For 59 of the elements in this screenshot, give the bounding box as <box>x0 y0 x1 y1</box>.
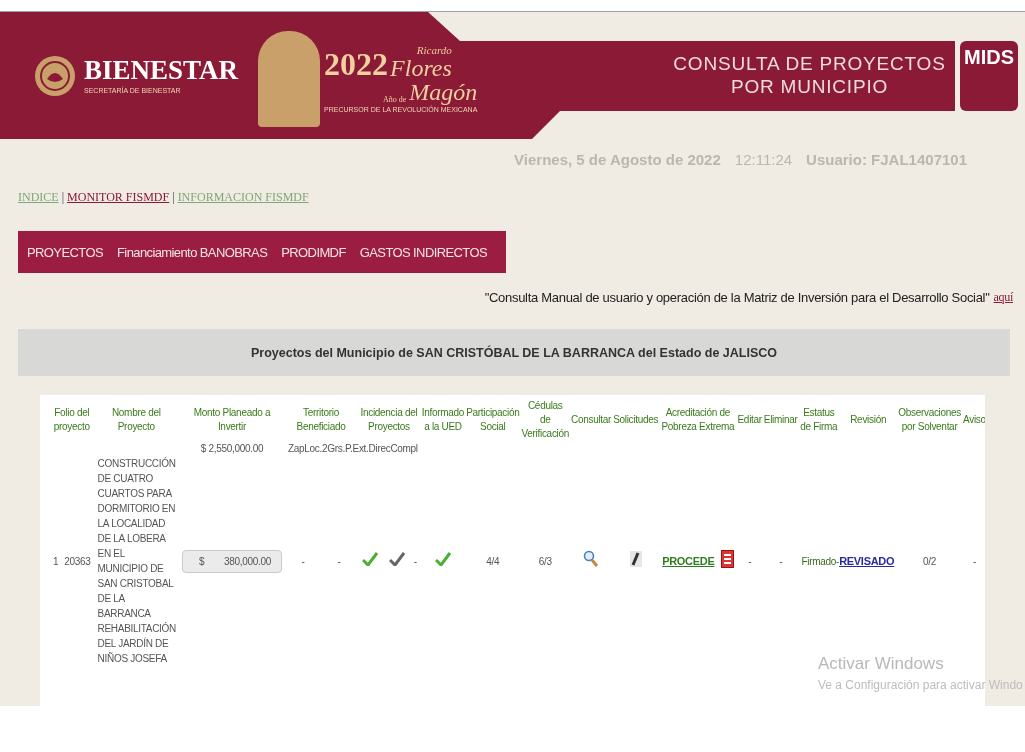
table-caption: Proyectos del Municipio de SAN CRISTÓBAL DE LA BARRANCA del Estado de JALISCO <box>18 329 1010 376</box>
manual-link[interactable]: aquí <box>993 290 1013 305</box>
table-cell: 6/3 <box>538 555 552 567</box>
table-cell: 4/4 <box>486 555 500 567</box>
column-header: Nombre del Proyecto <box>110 406 162 434</box>
status-link[interactable]: REVISADO <box>839 554 895 567</box>
activation-title: Activar Windows <box>818 654 945 674</box>
total-amount: $ 2,550,000.00 <box>199 442 265 456</box>
pdf-icon[interactable] <box>720 550 734 568</box>
page-title: CONSULTA DE PROYECTOS <box>673 52 946 75</box>
column-header: Consultar <box>570 413 613 427</box>
table-cell: 0/2 <box>923 555 937 567</box>
column-header: Cédulas de Verificación <box>520 399 570 441</box>
column-header: Monto Planeado a Invertir <box>192 406 272 434</box>
banner-text: Flores <box>390 55 452 80</box>
table-cell: - <box>301 555 305 567</box>
column-header: Acreditación de Pobreza Extrema <box>659 399 737 441</box>
banner-text: Magón <box>409 79 478 104</box>
table-cell: 20363 <box>64 555 91 567</box>
table-cell: - <box>413 555 417 567</box>
menu-item[interactable]: Financiamiento BANOBRAS <box>117 244 268 260</box>
table-cell: - <box>337 555 341 567</box>
column-header: Revisión <box>849 413 888 427</box>
menu-item[interactable]: PRODIMDF <box>281 244 346 260</box>
amount-field[interactable]: $ 380,000.00 <box>182 549 282 573</box>
menu-item[interactable]: GASTOS INDIRECTOS <box>359 244 488 260</box>
column-header: Participación Social <box>465 406 521 434</box>
column-header: Territorio Beneficiado <box>295 406 347 434</box>
menu-item[interactable]: PROYECTOS <box>27 244 103 260</box>
table-cell: 1 <box>53 555 59 567</box>
column-header: Informado a la UED <box>420 406 466 434</box>
table-cell: - <box>972 555 976 567</box>
banner-text: Ricardo <box>416 44 452 56</box>
column-header: Estatus de Firma <box>799 406 839 434</box>
nav-link[interactable]: MONITOR FISMDF <box>67 190 170 205</box>
column-header: Aviso <box>962 413 985 427</box>
mids-badge: MIDS <box>960 41 1018 111</box>
banner-year: 2022 <box>324 47 389 80</box>
column-header: Folio del proyecto <box>52 406 91 434</box>
status-text: Firmado- <box>801 555 840 567</box>
status-link[interactable]: PROCEDE <box>662 554 715 567</box>
link-separator: | <box>172 190 175 205</box>
seal-icon <box>34 54 76 97</box>
table-cell: - <box>779 555 783 567</box>
column-header: Observaciones por Solventar <box>897 406 963 434</box>
page-title: POR MUNICIPIO <box>730 75 889 98</box>
column-header: Solicitudes <box>612 413 660 427</box>
project-name: CONSTRUCCIÓN DE CUATRO CUARTOS PARA DORMITORIO EN LA LOCALIDAD DE LA LOBERA EN EL MUNICIPIO DE SAN CRISTOBAL DE LA BARRANCA REHABILITACIÓN DEL JARDÍN DE NIÑOS JOSEFA <box>97 458 176 664</box>
column-header: Eliminar <box>762 413 799 427</box>
column-header: Incidencia del Proyectos <box>359 406 419 434</box>
banner-text: Año de <box>383 94 407 104</box>
subcolumn-codes: ZapLoc.2Grs.P.Ext.DirecCompl <box>287 442 419 456</box>
column-header: Editar <box>736 413 763 427</box>
link-separator: | <box>61 190 65 205</box>
manual-note: "Consulta Manual de usuario y operación de la Matriz de Inversión para el Desarrollo Social" <box>484 290 990 305</box>
search-icon[interactable] <box>583 550 600 568</box>
pencil-icon[interactable] <box>628 550 643 568</box>
brand-title: BIENESTAR <box>84 57 239 84</box>
table-cell: - <box>748 555 752 567</box>
